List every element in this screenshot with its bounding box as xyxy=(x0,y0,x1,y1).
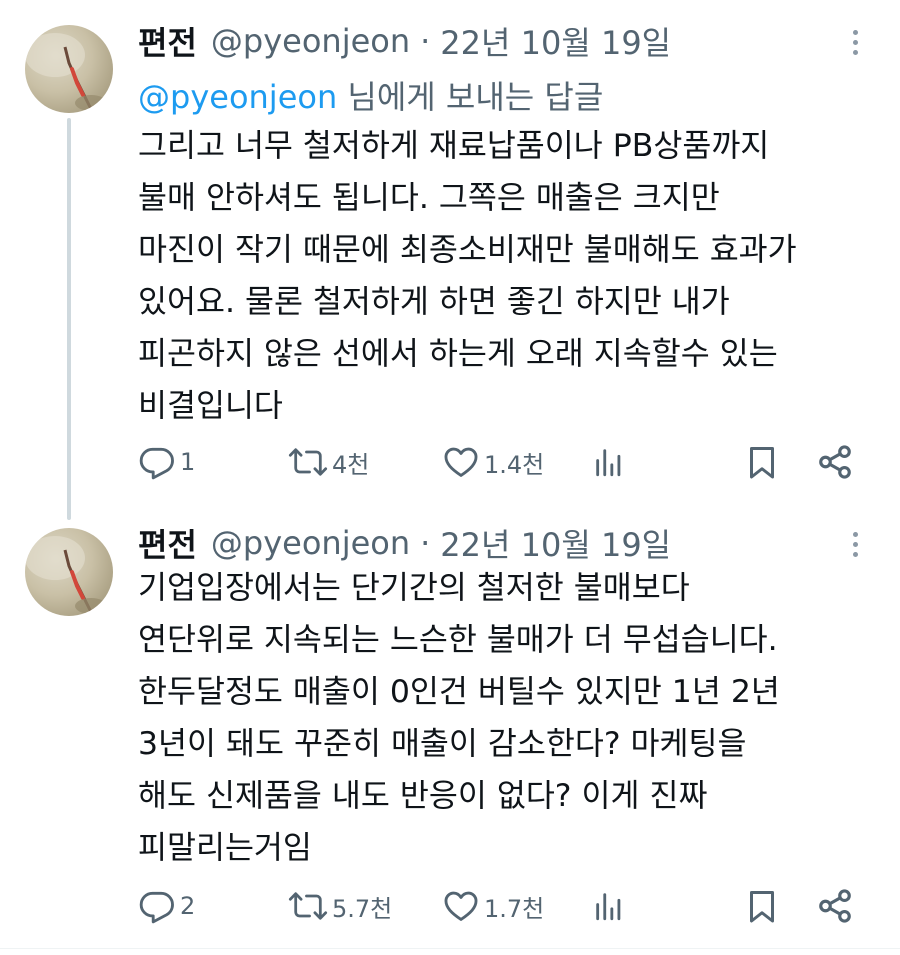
avatar-image xyxy=(25,33,107,111)
bookmark-button[interactable] xyxy=(744,442,780,482)
retweet-count: 5.7천 xyxy=(332,894,393,923)
tweet-text-line: 3년이 돼도 꾸준히 매출이 감소한다? 마케팅을 xyxy=(138,726,747,762)
avatar[interactable] xyxy=(25,528,113,616)
retweet-icon xyxy=(288,448,328,476)
tweet-text: 기업입장에서는 단기간의 철저한 불매보다 연단위로 지속되는 느슨한 불매가 … xyxy=(138,562,878,874)
share-button[interactable] xyxy=(816,442,854,482)
author-handle[interactable]: @pyeonjeon xyxy=(211,22,410,60)
more-icon[interactable] xyxy=(840,24,870,60)
heart-icon xyxy=(444,447,478,477)
like-button[interactable]: 1.4천 xyxy=(442,442,544,482)
reply-icon xyxy=(139,447,174,480)
like-count: 1.7천 xyxy=(484,894,545,923)
like-button[interactable]: 1.7천 xyxy=(442,886,544,926)
avatar-image xyxy=(25,536,107,614)
reply-to-text: 님에게 보내는 답글 xyxy=(337,78,604,116)
tweet-text-line: 그리고 너무 철저하게 재료납품이나 PB상품까지 xyxy=(138,128,770,164)
views-icon xyxy=(596,449,621,477)
tweet-date[interactable]: 22년 10월 19일 xyxy=(440,520,671,566)
share-icon xyxy=(819,445,851,479)
action-bar: 1 4천 1.4천 xyxy=(138,442,878,482)
reply-icon xyxy=(139,891,174,924)
separator-dot: · xyxy=(420,22,431,60)
divider xyxy=(0,948,900,949)
tweet-text-line: 연단위로 지속되는 느슨한 불매가 더 무섭습니다. xyxy=(138,622,778,658)
thread-line xyxy=(67,118,71,520)
tweet-text-line: 불매 안하셔도 됩니다. 그쪽은 매출은 크지만 xyxy=(138,180,720,216)
bookmark-icon xyxy=(750,447,774,479)
tweet-text-line: 해도 신제품을 내도 반응이 없다? 이게 진짜 xyxy=(138,778,708,814)
views-button[interactable] xyxy=(592,886,626,926)
tweet-header: 편전 @pyeonjeon · 22년 10월 19일 xyxy=(138,18,671,64)
reply-button[interactable]: 2 xyxy=(138,886,195,926)
author-name[interactable]: 편전 xyxy=(138,520,197,566)
action-bar: 2 5.7천 1.7천 xyxy=(138,886,878,926)
tweet[interactable]: 편전 @pyeonjeon · 22년 10월 19일 기업입장에서는 단기간의… xyxy=(0,510,900,950)
author-handle[interactable]: @pyeonjeon xyxy=(211,524,410,562)
tweet-date[interactable]: 22년 10월 19일 xyxy=(440,18,671,64)
more-icon[interactable] xyxy=(840,526,870,562)
bookmark-icon xyxy=(750,891,774,923)
tweet-text: 그리고 너무 철저하게 재료납품이나 PB상품까지 불매 안하셔도 됩니다. 그… xyxy=(138,120,878,432)
share-icon xyxy=(819,889,851,923)
tweet-text-line: 피곤하지 않은 선에서 하는게 오래 지속할수 있는 xyxy=(138,336,778,372)
tweet-text-line: 한두달정도 매출이 0인건 버틸수 있지만 1년 2년 xyxy=(138,674,780,710)
bookmark-button[interactable] xyxy=(744,886,780,926)
tweet[interactable]: 편전 @pyeonjeon · 22년 10월 19일 @pyeonjeon 님… xyxy=(0,0,900,520)
reply-button[interactable]: 1 xyxy=(138,442,195,482)
share-button[interactable] xyxy=(816,886,854,926)
retweet-icon xyxy=(288,892,328,920)
retweet-count: 4천 xyxy=(332,450,370,479)
reply-count: 2 xyxy=(180,892,196,920)
tweet-text-line: 있어요. 물론 철저하게 하면 좋긴 하지만 내가 xyxy=(138,284,730,320)
retweet-button[interactable]: 5.7천 xyxy=(288,886,392,926)
reply-mention[interactable]: @pyeonjeon xyxy=(138,78,337,116)
tweet-header: 편전 @pyeonjeon · 22년 10월 19일 xyxy=(138,520,671,566)
avatar[interactable] xyxy=(25,25,113,113)
reply-count: 1 xyxy=(180,448,196,476)
tweet-text-line: 마진이 작기 때문에 최종소비재만 불매해도 효과가 xyxy=(138,232,797,268)
retweet-button[interactable]: 4천 xyxy=(288,442,369,482)
separator-dot: · xyxy=(420,524,431,562)
tweet-text-line: 비결입니다 xyxy=(138,388,283,424)
tweet-text-line: 기업입장에서는 단기간의 철저한 불매보다 xyxy=(138,570,690,606)
author-name[interactable]: 편전 xyxy=(138,18,197,64)
heart-icon xyxy=(444,891,478,921)
tweet-text-line: 피말리는거임 xyxy=(138,830,312,866)
views-icon xyxy=(596,893,621,921)
views-button[interactable] xyxy=(592,442,626,482)
reply-to-line: @pyeonjeon 님에게 보내는 답글 xyxy=(138,72,603,118)
like-count: 1.4천 xyxy=(484,450,545,479)
